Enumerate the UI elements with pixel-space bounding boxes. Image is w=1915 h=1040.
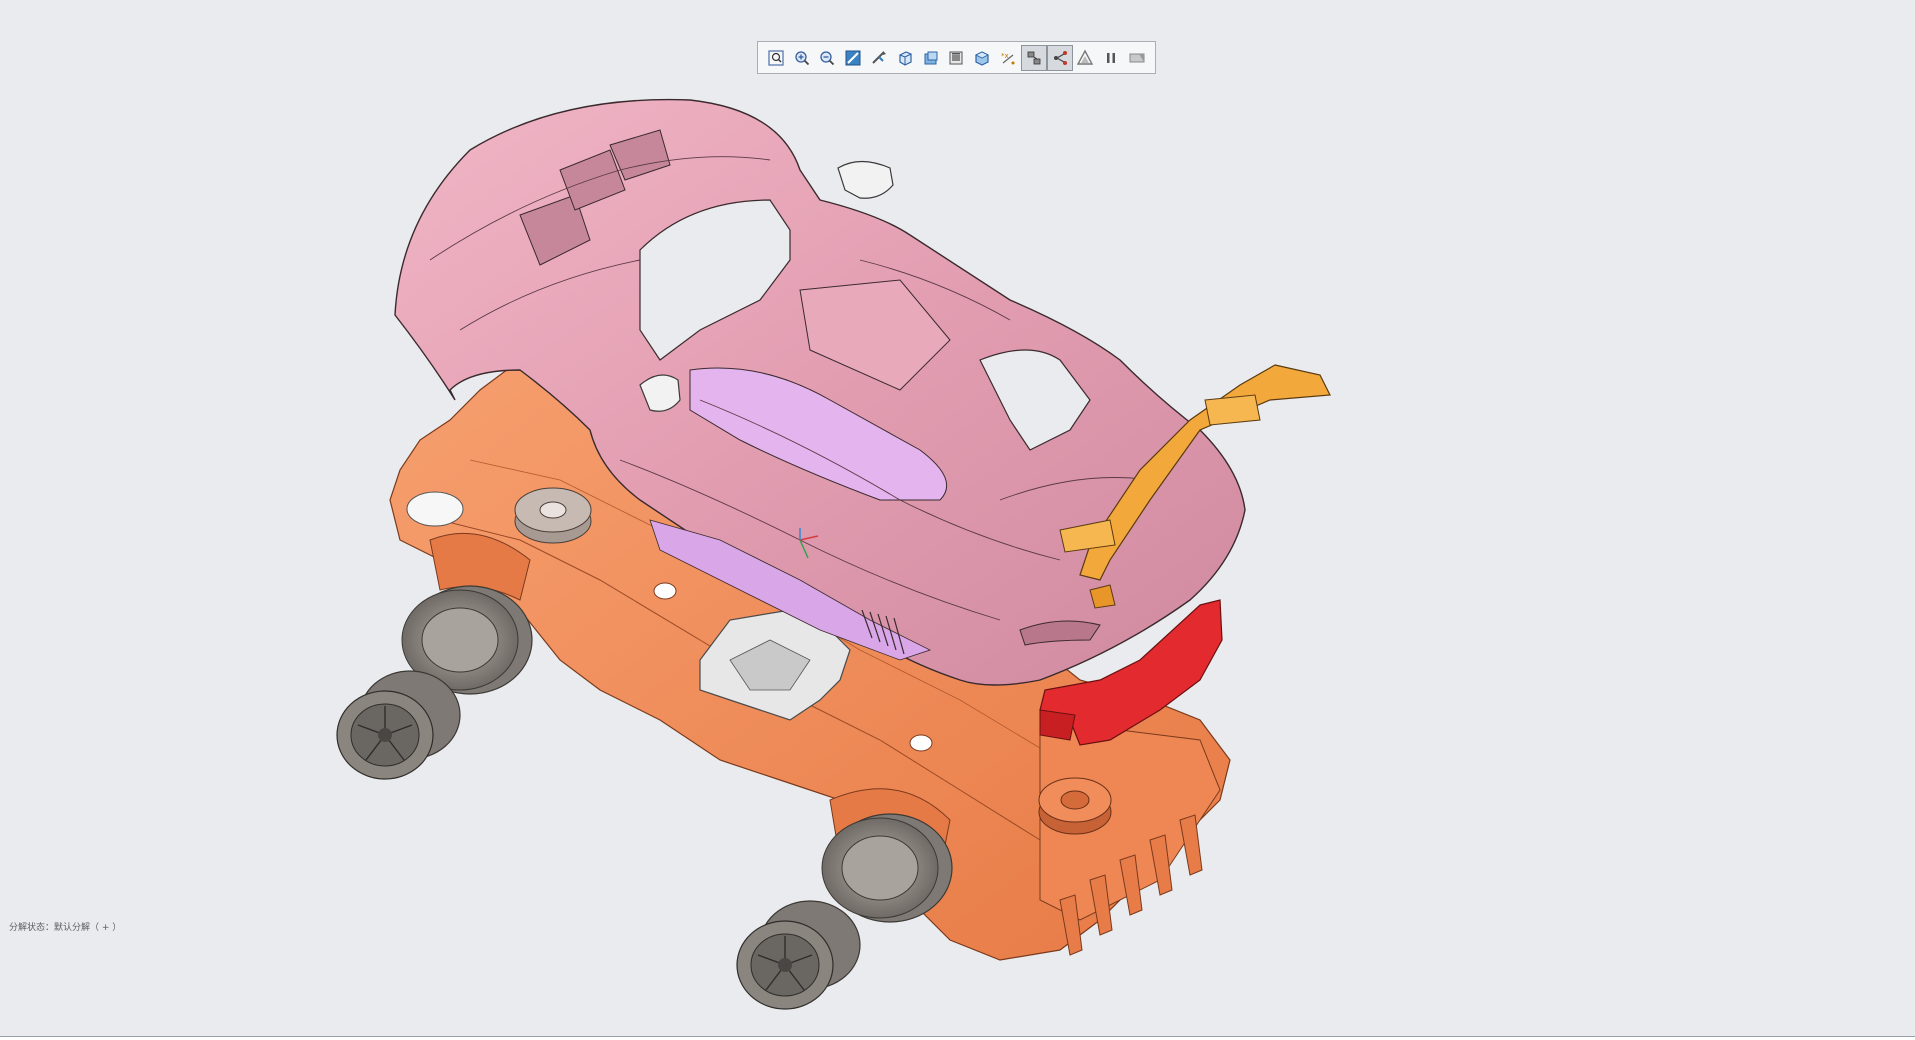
exploded-car-model[interactable]	[0, 0, 1915, 1036]
explode-view-icon[interactable]	[1020, 44, 1047, 71]
view-toolbar: *x	[757, 41, 1156, 74]
annotation-display-icon[interactable]	[1073, 45, 1099, 71]
window-bottom-edge	[0, 1036, 1915, 1040]
explode-state-label: 分解状态：默认分解（ + ）	[9, 923, 122, 933]
mirror-part[interactable]	[837, 160, 894, 199]
reorient-icon[interactable]	[866, 45, 892, 71]
wheel-assembly-rear-left[interactable]	[736, 813, 953, 1010]
repaint-icon[interactable]	[840, 45, 866, 71]
mount-boss	[1038, 777, 1112, 835]
3d-viewport[interactable]: *x 分解状态：默认分解（ + ）	[0, 0, 1915, 1036]
zoom-in-icon[interactable]	[789, 45, 815, 71]
perspective-view-icon[interactable]	[969, 45, 995, 71]
wheel-assembly-front-left[interactable]	[336, 585, 533, 780]
display-style-icon[interactable]	[918, 45, 944, 71]
zoom-fit-icon[interactable]	[763, 45, 789, 71]
spin-center-icon[interactable]	[1124, 45, 1150, 71]
mount-boss	[514, 487, 592, 544]
saved-views-icon[interactable]	[892, 45, 918, 71]
datum-display-icon[interactable]: *x	[995, 45, 1021, 71]
zoom-out-icon[interactable]	[815, 45, 841, 71]
offset-lines-icon[interactable]	[1046, 44, 1073, 71]
pause-icon[interactable]	[1098, 45, 1124, 71]
view-manager-icon[interactable]	[944, 45, 970, 71]
